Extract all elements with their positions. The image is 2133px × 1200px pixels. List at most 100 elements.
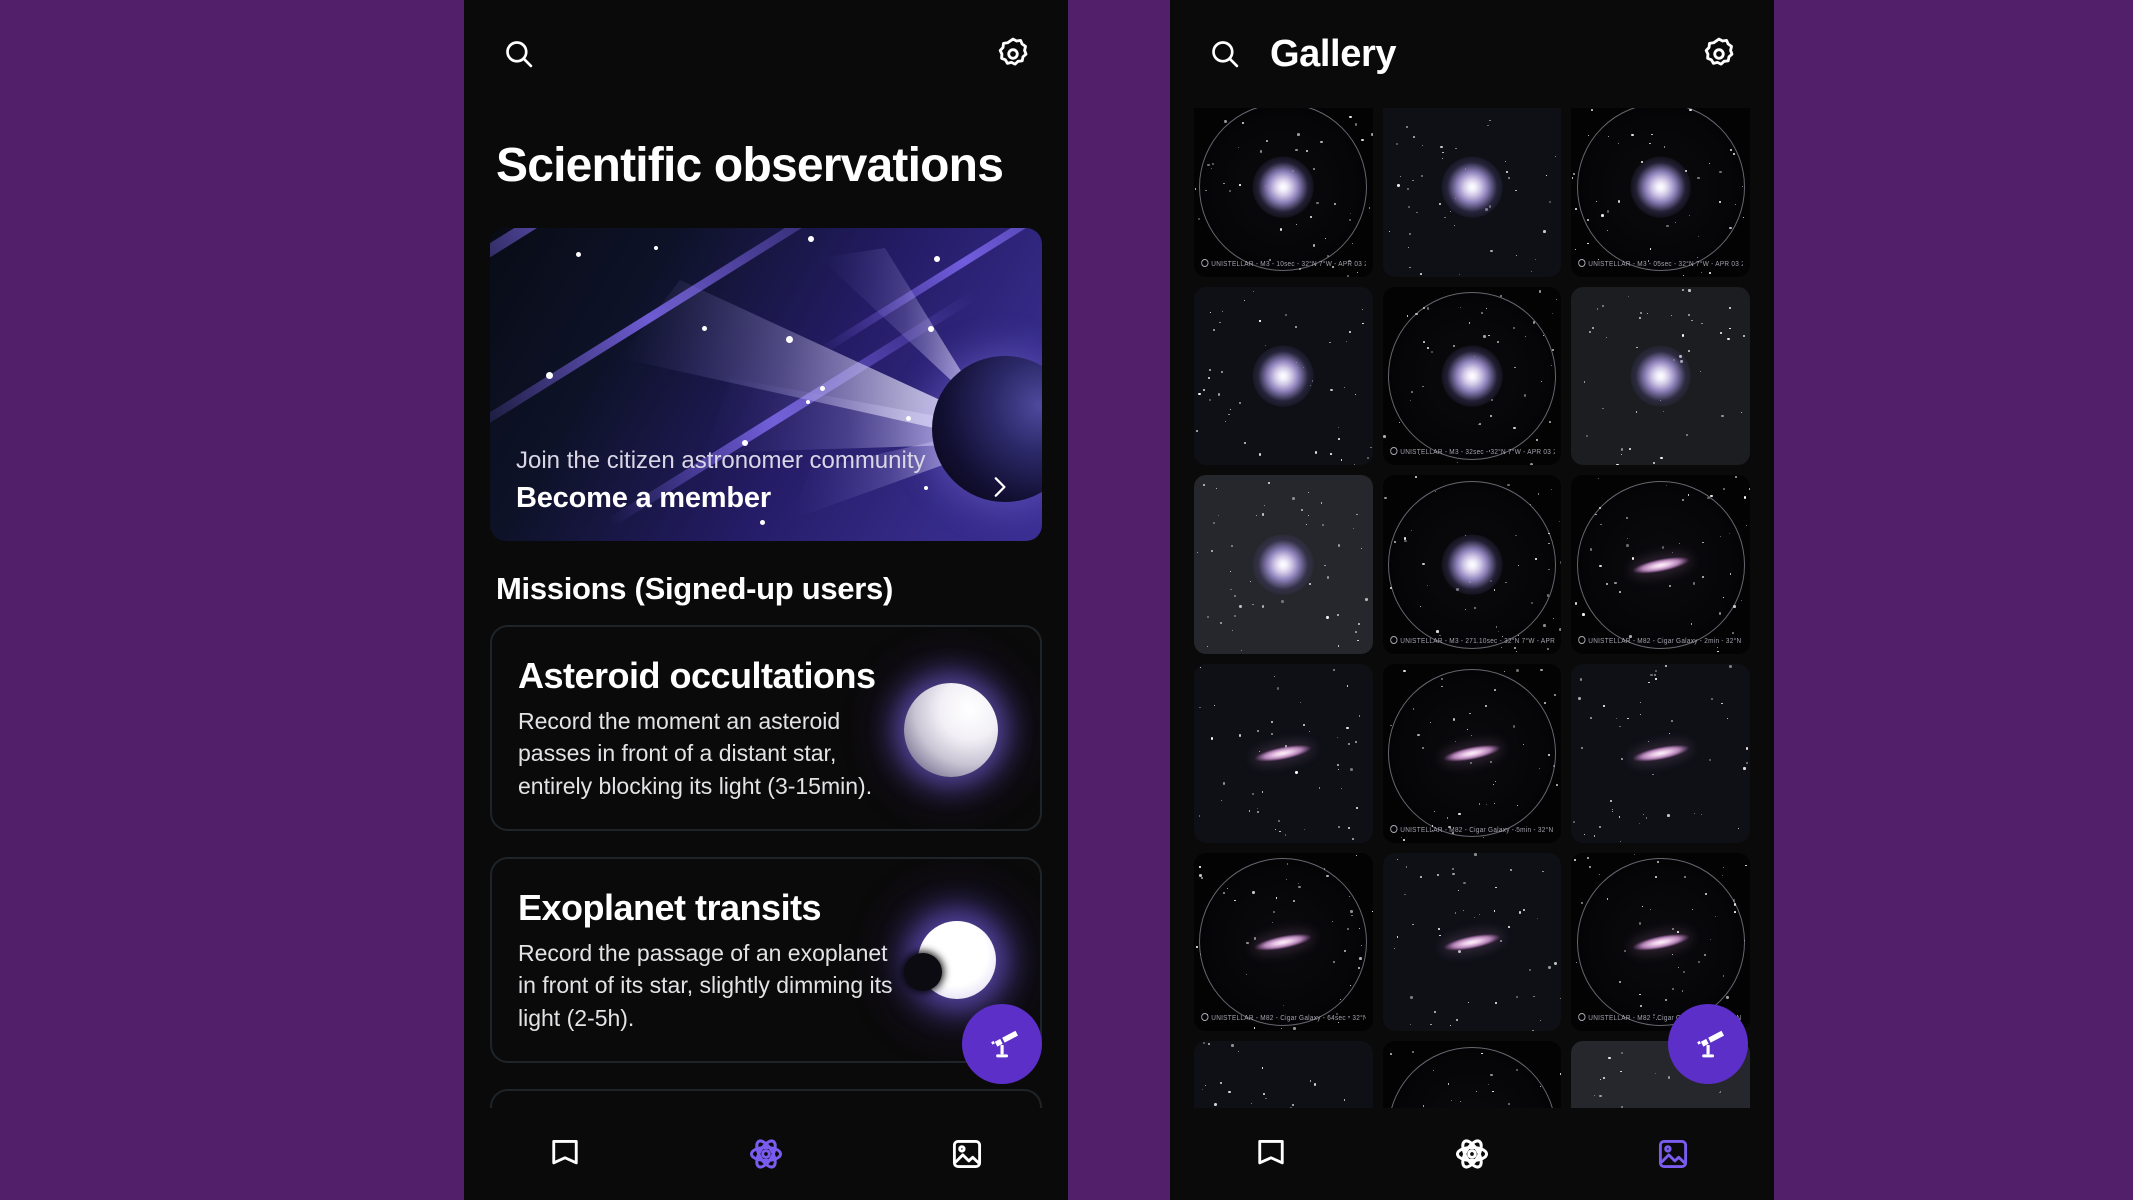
nav-item-gallery[interactable]: [867, 1108, 1068, 1200]
gallery-thumbnail[interactable]: [1194, 1041, 1373, 1108]
star-point: [1295, 148, 1298, 152]
nav-item-science[interactable]: [1371, 1108, 1572, 1200]
gallery-grid[interactable]: UNISTELLAR - M3 - 10sec - 32°N 7°W - APR…: [1170, 98, 1774, 1108]
star-point: [1368, 207, 1371, 209]
star-point: [1220, 799, 1222, 801]
left-scroll-region[interactable]: Scientific observations Join the citizen…: [464, 108, 1068, 1108]
star-point: [1422, 1104, 1425, 1107]
star-point: [1571, 177, 1574, 179]
gallery-thumbnail[interactable]: UNISTELLAR - M3 - 271.10sec - 32°N 7°W -…: [1382, 475, 1562, 655]
star-point: [1432, 1069, 1435, 1072]
gallery-thumbnail[interactable]: [1382, 1041, 1562, 1108]
star-point: [1199, 866, 1201, 868]
star-point: [1593, 835, 1595, 837]
gallery-thumbnail[interactable]: UNISTELLAR - M82 - Cigar Galaxy - 5min -…: [1382, 664, 1562, 843]
fov-ring: [1388, 1046, 1556, 1108]
star-point: [1595, 200, 1597, 202]
telescope-fab-button[interactable]: [1668, 1004, 1748, 1084]
gallery-thumbnail[interactable]: UNISTELLAR - M3 - 10sec - 32°N 7°W - APR…: [1194, 98, 1373, 277]
gallery-thumbnail[interactable]: [1571, 664, 1750, 843]
mission-card-asteroid-occultations[interactable]: Asteroid occultations Record the moment …: [490, 624, 1042, 831]
star-point: [1671, 720, 1674, 723]
gallery-thumbnail[interactable]: UNISTELLAR - M3 - 05sec - 32°N 7°W - APR…: [1571, 98, 1750, 277]
star-point: [1550, 488, 1552, 490]
fov-caption: UNISTELLAR - M3 - 10sec - 32°N 7°W - APR…: [1201, 259, 1365, 268]
gallery-thumbnail[interactable]: [1571, 286, 1750, 466]
star-point: [1701, 322, 1703, 325]
star-point: [1543, 702, 1546, 705]
star-point: [1648, 741, 1650, 743]
star-point: [1213, 329, 1216, 332]
star-point: [1239, 184, 1241, 186]
star-point: [1467, 1001, 1469, 1004]
star-point: [1512, 327, 1516, 330]
globular-cluster: [1252, 156, 1314, 218]
gallery-thumbnail[interactable]: [1194, 475, 1373, 655]
gallery-thumbnail[interactable]: [1194, 286, 1373, 466]
promo-banner[interactable]: Join the citizen astronomer community Be…: [490, 227, 1042, 541]
star-point: [1207, 163, 1211, 167]
mission-card-planetary-defense[interactable]: Planetary defense: [490, 1088, 1042, 1108]
star-point: [1596, 308, 1599, 310]
star-point: [1370, 446, 1372, 449]
star-point: [1371, 132, 1373, 136]
nav-item-library[interactable]: [464, 1108, 665, 1200]
star-point: [1721, 702, 1723, 705]
gear-icon[interactable]: [990, 31, 1036, 77]
star-point: [1553, 764, 1556, 767]
star-point: [1586, 857, 1589, 860]
gallery-thumbnail[interactable]: [1382, 98, 1562, 277]
gallery-thumbnail[interactable]: UNISTELLAR - M82 - Cigar Galaxy - 8min -…: [1571, 852, 1750, 1032]
star-point: [1253, 1027, 1256, 1029]
telescope-fab-button[interactable]: [962, 1004, 1042, 1084]
star-point: [1308, 515, 1309, 517]
star-point: [1198, 393, 1201, 396]
star-point: [1459, 307, 1461, 309]
star-point: [1697, 176, 1700, 180]
search-icon[interactable]: [1202, 31, 1248, 77]
gallery-thumbnail[interactable]: UNISTELLAR - M3 - 32sec - 32°N 7°W - APR…: [1382, 286, 1562, 466]
mission-card-exoplanet-transits[interactable]: Exoplanet transits Record the passage of…: [490, 856, 1042, 1063]
gallery-thumbnail[interactable]: [1382, 852, 1562, 1032]
star-point: [1452, 872, 1455, 876]
star-point: [1508, 1102, 1511, 1105]
star-point: [1530, 463, 1533, 466]
thumbnail-image: UNISTELLAR - M3 - 10sec - 32°N 7°W - APR…: [1194, 98, 1373, 277]
star-point: [1454, 912, 1456, 914]
star-point: [1620, 448, 1624, 451]
gear-icon[interactable]: [1696, 31, 1742, 77]
star-point: [1489, 760, 1493, 763]
star-point: [1733, 903, 1737, 906]
star-point: [1359, 928, 1361, 930]
star-point: [1411, 1050, 1414, 1054]
star-point: [1338, 825, 1341, 829]
star-point: [1420, 273, 1423, 275]
star-point: [1346, 274, 1349, 277]
nav-item-library[interactable]: [1170, 1108, 1371, 1200]
star-point: [1743, 939, 1746, 942]
chevron-right-icon[interactable]: [986, 470, 1012, 509]
star-point: [1440, 145, 1443, 149]
star-point: [1404, 893, 1406, 896]
star-point: [1337, 737, 1339, 739]
star-point: [1618, 816, 1620, 818]
promo-cta-label: Become a member: [516, 481, 771, 514]
search-icon[interactable]: [496, 31, 542, 77]
star-point: [1356, 855, 1358, 857]
nav-item-gallery[interactable]: [1573, 1108, 1774, 1200]
star-point: [1421, 174, 1424, 177]
gallery-thumbnail[interactable]: [1194, 664, 1373, 843]
star-point: [1605, 582, 1609, 586]
star-point: [1430, 1023, 1432, 1026]
star-point: [1700, 813, 1702, 815]
nav-item-science[interactable]: [665, 1108, 866, 1200]
star-point: [1639, 702, 1642, 704]
promo-star: [928, 325, 934, 332]
star-point: [1215, 488, 1217, 490]
fov-caption: UNISTELLAR - M82 - Cigar Galaxy - 2min -…: [1578, 636, 1743, 645]
star-point: [1347, 928, 1350, 931]
star-point: [1500, 939, 1503, 943]
gallery-thumbnail[interactable]: UNISTELLAR - M82 - Cigar Galaxy - 64sec …: [1194, 852, 1373, 1032]
gallery-thumbnail[interactable]: UNISTELLAR - M82 - Cigar Galaxy - 2min -…: [1571, 475, 1750, 655]
promo-star: [808, 235, 814, 242]
